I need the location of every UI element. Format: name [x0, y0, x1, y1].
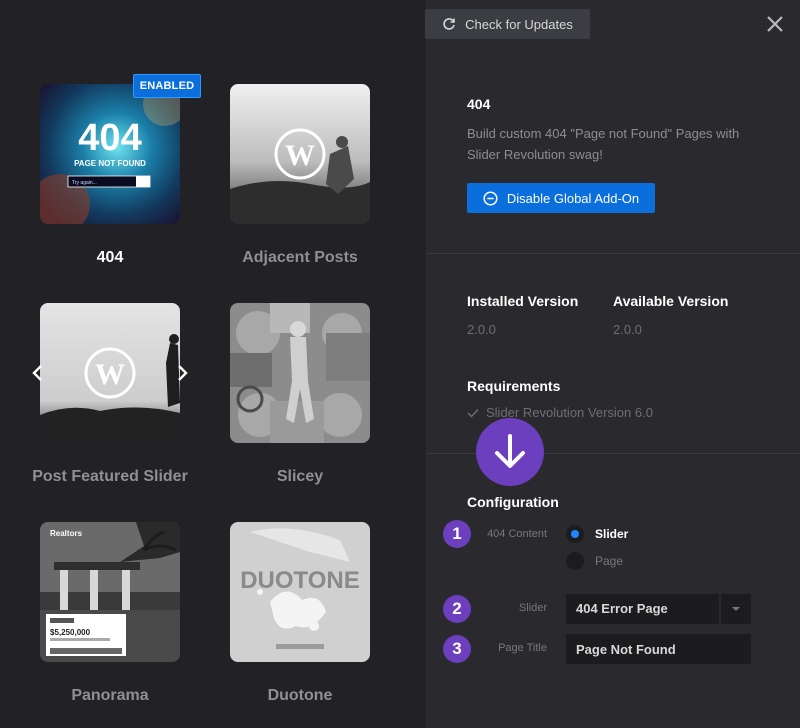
arrow-down-icon: [495, 434, 525, 468]
page-title-field-label: Page Title: [498, 642, 547, 654]
addon-card-duotone[interactable]: DUOTONE: [230, 522, 370, 662]
addon-thumbnail-post-featured-slider: W: [40, 303, 180, 443]
addon-label-post-featured-slider: Post Featured Slider: [32, 468, 188, 485]
addon-card-post-featured-slider[interactable]: W: [40, 303, 180, 443]
scroll-down-callout: [476, 418, 544, 486]
addon-card-adjacent-posts[interactable]: W: [230, 84, 370, 224]
addon-label-panorama: Panorama: [71, 687, 149, 704]
addon-label-duotone: Duotone: [267, 687, 333, 704]
minus-circle-icon: [483, 190, 498, 206]
addon-label-slicey: Slicey: [276, 468, 324, 485]
check-icon: [467, 408, 479, 418]
addon-card-panorama[interactable]: Realtors $5,250,000: [40, 522, 180, 662]
thumb-404-number: 404: [78, 117, 141, 159]
svg-text:W: W: [285, 139, 315, 172]
disable-global-addon-button[interactable]: Disable Global Add-On: [467, 183, 655, 213]
addon-thumbnail-duotone: DUOTONE: [230, 522, 370, 662]
configuration-heading: Configuration: [467, 494, 559, 510]
thumb-404-search: Try again...: [72, 180, 97, 186]
svg-text:W: W: [95, 358, 125, 391]
installed-version-heading: Installed Version: [467, 293, 579, 309]
addon-thumbnail-404: 404 PAGE NOT FOUND Try again...: [40, 84, 180, 224]
radio-page-label: Page: [595, 554, 624, 568]
chevron-right-icon[interactable]: [174, 363, 190, 383]
refresh-icon: [443, 18, 455, 30]
check-for-updates-label: Check for Updates: [465, 16, 573, 32]
disable-global-addon-label: Disable Global Add-On: [506, 190, 640, 206]
slider-select-value: 404 Error Page: [576, 601, 668, 616]
radio-page[interactable]: [566, 552, 584, 570]
slider-select[interactable]: 404 Error Page: [566, 594, 751, 624]
addon-thumbnail-panorama: Realtors $5,250,000: [40, 522, 180, 662]
addon-card-404[interactable]: 404 PAGE NOT FOUND Try again...: [40, 84, 180, 224]
available-version-heading: Available Version: [613, 293, 729, 309]
addon-title: 404: [467, 96, 491, 112]
divider: [426, 253, 800, 254]
addon-description: Build custom 404 "Page not Found" Pages …: [467, 126, 740, 162]
content-type-label: 404 Content: [487, 528, 547, 540]
radio-slider-label: Slider: [595, 527, 629, 541]
slider-field-label: Slider: [518, 602, 547, 614]
installed-version-value: 2.0.0: [467, 322, 496, 337]
addon-label-adjacent-posts: Adjacent Posts: [242, 249, 358, 266]
check-for-updates-button[interactable]: Check for Updates: [425, 9, 590, 39]
select-arrow[interactable]: [719, 594, 751, 624]
available-version-value: 2.0.0: [613, 322, 642, 337]
enabled-badge: ENABLED: [133, 74, 201, 98]
chevron-left-icon[interactable]: [30, 363, 46, 383]
radio-slider[interactable]: [566, 525, 584, 543]
addon-thumbnail-slicey: [230, 303, 370, 443]
addon-thumbnail-adjacent-posts: W: [230, 84, 370, 224]
close-icon[interactable]: [762, 11, 788, 37]
page-title-input[interactable]: [566, 634, 751, 664]
addon-card-slicey[interactable]: [230, 303, 370, 443]
thumb-panorama-price: $5,250,000: [50, 628, 91, 637]
addon-label-404: 404: [96, 249, 124, 266]
chevron-down-icon: [732, 607, 740, 611]
thumb-panorama-brand: Realtors: [50, 529, 83, 538]
thumb-404-subtitle: PAGE NOT FOUND: [74, 159, 146, 168]
top-bar: [0, 0, 800, 49]
requirements-heading: Requirements: [467, 378, 561, 394]
